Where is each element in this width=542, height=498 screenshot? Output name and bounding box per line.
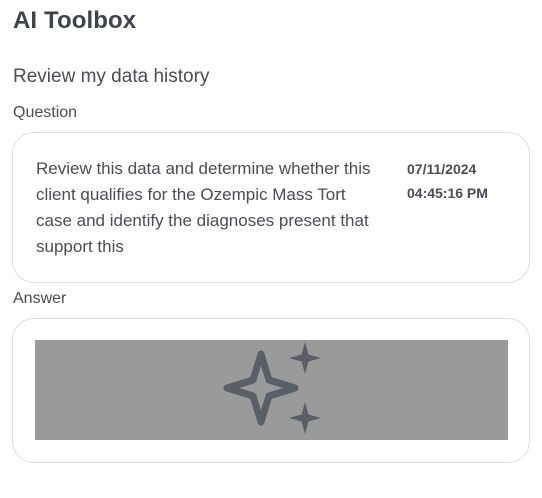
page-subtitle: Review my data history — [13, 66, 210, 87]
answer-label: Answer — [13, 290, 67, 307]
answer-card — [12, 318, 530, 463]
question-label: Question — [13, 104, 78, 121]
question-text: Review this data and determine whether t… — [36, 159, 371, 256]
question-card: Review this data and determine whether t… — [12, 132, 530, 283]
question-time: 04:45:16 PM — [407, 185, 488, 201]
answer-loading-placeholder — [35, 340, 508, 440]
question-timestamp: 07/11/2024 04:45:16 PM — [407, 157, 488, 205]
question-date: 07/11/2024 — [407, 161, 477, 177]
app-title: AI Toolbox — [13, 7, 137, 34]
sparkle-icon — [223, 342, 321, 434]
